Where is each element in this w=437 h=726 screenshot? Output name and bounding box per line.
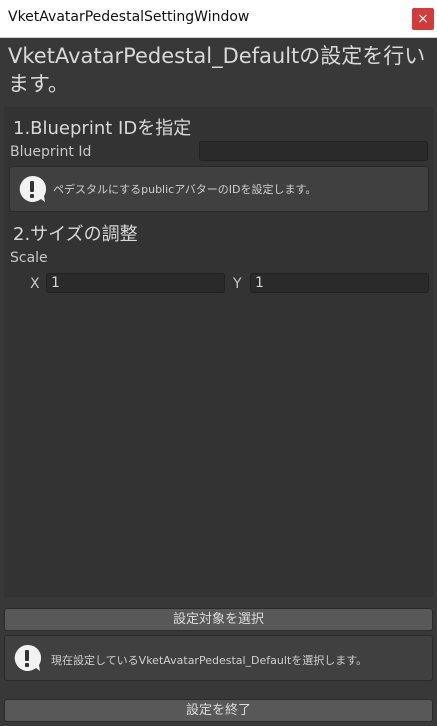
window-title: VketAvatarPedestalSettingWindow bbox=[8, 9, 250, 25]
page-heading: VketAvatarPedestal_Defaultの設定を行います。 bbox=[8, 44, 426, 96]
window-title-bar: VketAvatarPedestalSettingWindow × bbox=[0, 0, 437, 38]
select-help-text: 現在設定しているVketAvatarPedestal_Defaultを選択します… bbox=[51, 654, 368, 667]
close-button[interactable]: × bbox=[412, 8, 434, 30]
select-target-button[interactable]: 設定対象を選択 bbox=[4, 608, 433, 631]
blueprint-id-field[interactable] bbox=[199, 141, 428, 161]
section-size-title: 2.サイズの調整 bbox=[13, 224, 138, 245]
settings-panel: 1.Blueprint IDを指定 Blueprint Id ペデスタルにするp… bbox=[4, 107, 433, 597]
scale-x-label: X bbox=[30, 276, 40, 292]
blueprint-id-label: Blueprint Id bbox=[10, 144, 92, 160]
scale-x-field[interactable]: 1 bbox=[46, 273, 225, 293]
scale-y-field[interactable]: 1 bbox=[250, 273, 429, 293]
select-help-box: 現在設定しているVketAvatarPedestal_Defaultを選択します… bbox=[4, 635, 433, 681]
blueprint-help-text: ペデスタルにするpublicアバターのIDを設定します。 bbox=[53, 183, 317, 196]
section-blueprint-title: 1.Blueprint IDを指定 bbox=[13, 118, 192, 139]
scale-label: Scale bbox=[10, 250, 48, 266]
finish-settings-button[interactable]: 設定を終了 bbox=[4, 699, 433, 722]
blueprint-help-box: ペデスタルにするpublicアバターのIDを設定します。 bbox=[9, 166, 429, 212]
info-icon bbox=[19, 175, 47, 202]
info-icon bbox=[14, 644, 42, 671]
scale-y-label: Y bbox=[233, 276, 242, 292]
